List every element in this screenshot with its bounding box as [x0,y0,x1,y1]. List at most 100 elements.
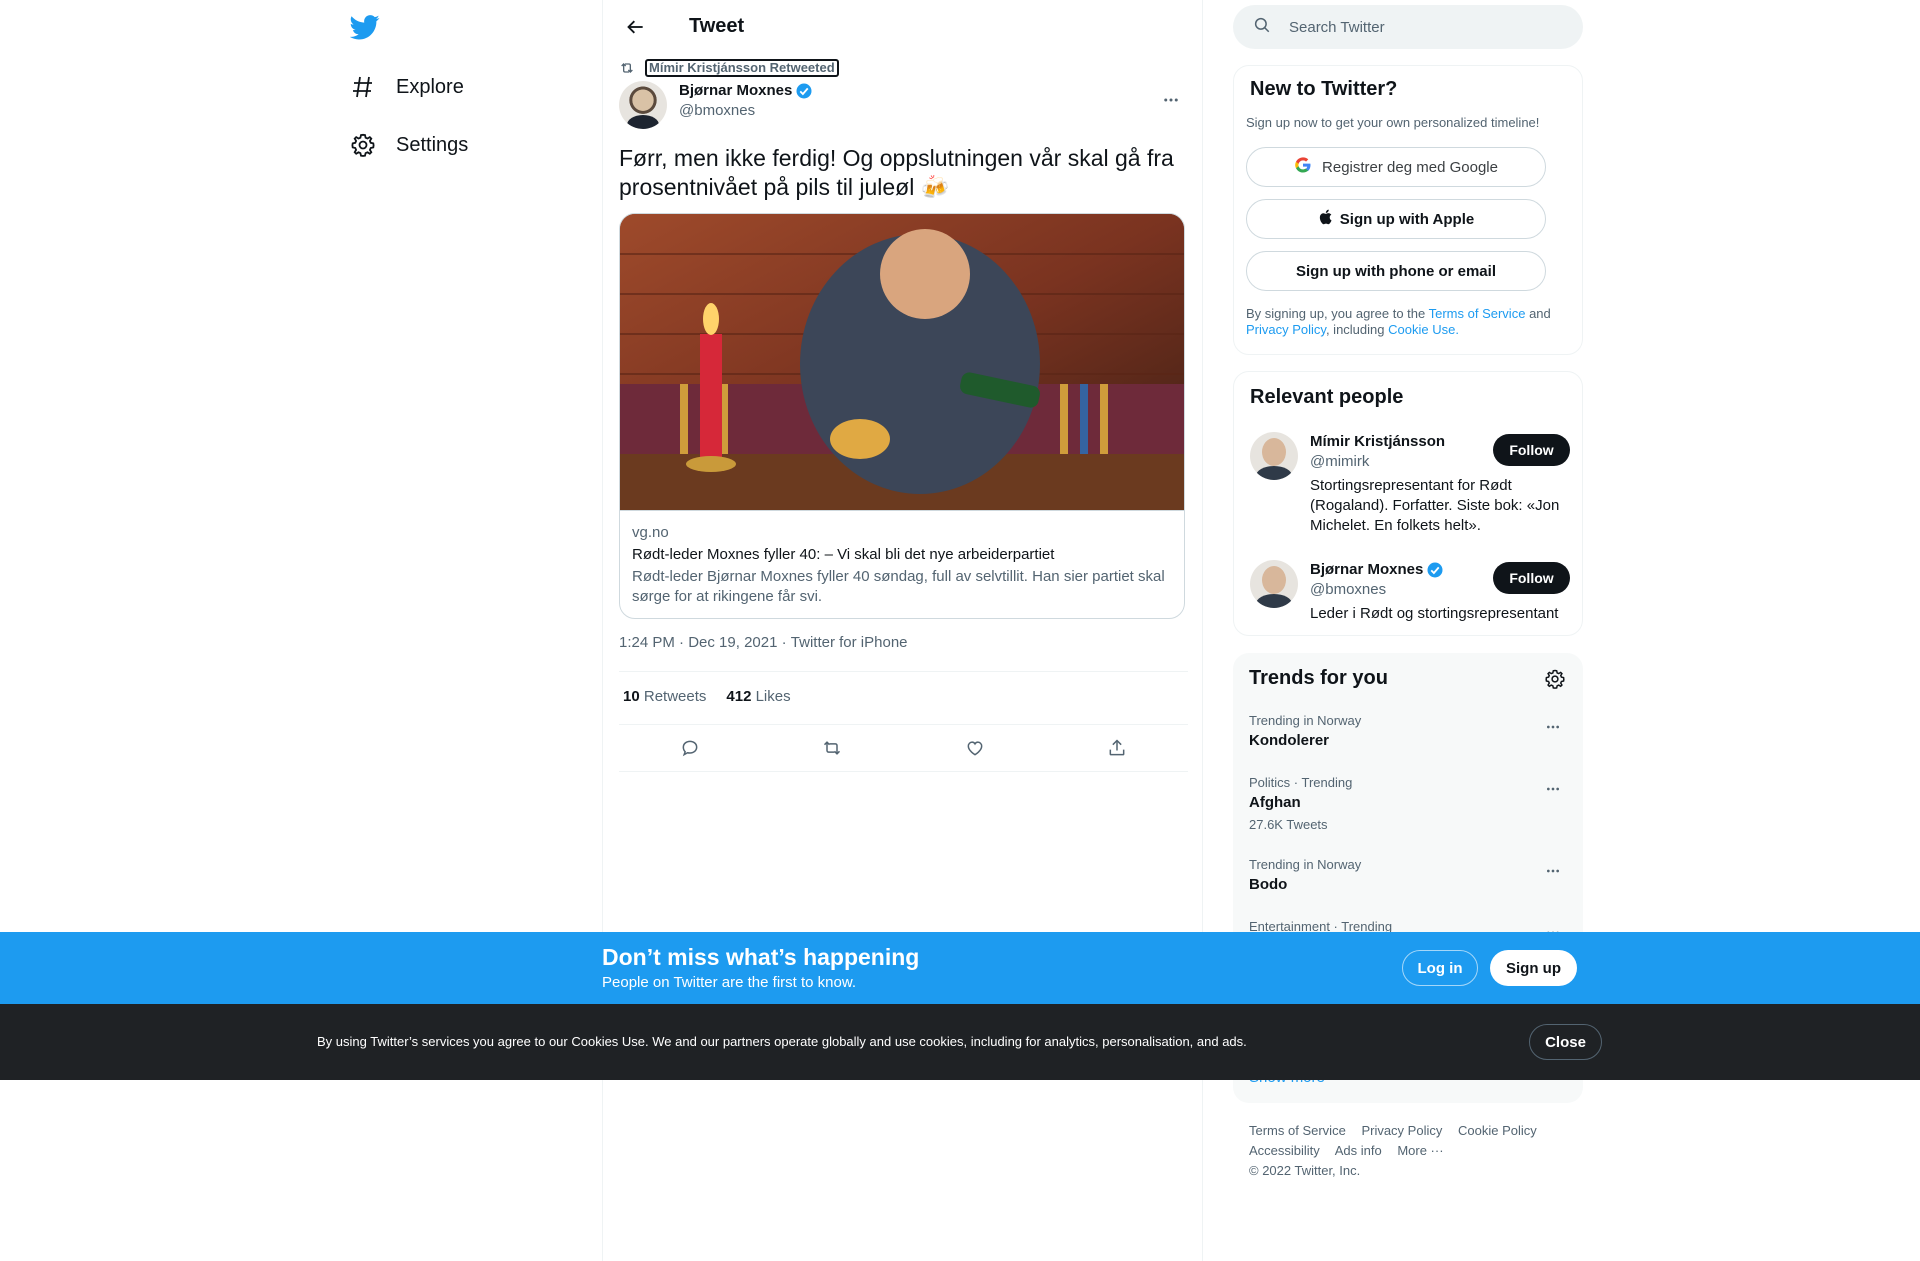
tweet-time[interactable]: 1:24 PM [619,634,675,651]
tweet-actions [619,731,1188,765]
apple-signup-button[interactable]: Sign up with Apple [1246,199,1546,239]
gear-icon [350,132,376,158]
share-icon[interactable] [1100,731,1134,765]
tweet-author: Bjørnar Moxnes @bmoxnes [619,81,1188,131]
card-domain: vg.no [632,524,669,541]
phone-email-signup-button[interactable]: Sign up with phone or email [1246,251,1546,291]
card-photo [620,214,1184,510]
nav-settings[interactable]: Settings [350,125,468,165]
likes-stat[interactable]: 412 Likes [726,688,790,705]
google-logo-icon [1294,156,1312,178]
banner-title: Don’t miss what’s happening [602,944,920,970]
page-title: Tweet [689,15,745,37]
privacy-link[interactable]: Privacy Policy [1246,322,1326,337]
more-options-icon[interactable] [1539,713,1567,741]
avatar[interactable] [1250,560,1298,608]
twitter-logo-icon[interactable] [349,12,380,42]
new-to-twitter-box: New to Twitter? Sign up now to get your … [1233,65,1583,355]
author-name[interactable]: Bjørnar Moxnes [679,81,792,101]
search-icon [1253,16,1271,39]
more-options-icon[interactable] [1539,857,1567,885]
trend-category: Trending in Norway [1249,857,1362,872]
trend-name: Bodo [1249,876,1288,893]
likes-label: Likes [755,688,791,705]
cookie-close-button[interactable]: Close [1529,1024,1602,1060]
trend-name: Kondolerer [1249,732,1330,749]
trend-category: Trending in Norway [1249,713,1362,728]
card-image [620,214,1184,510]
search-bar[interactable] [1233,5,1583,49]
new-to-twitter-title: New to Twitter? [1250,78,1398,100]
divider [619,671,1188,672]
google-signup-button[interactable]: Registrer deg med Google [1246,147,1546,187]
divider [619,771,1188,772]
cookie-text: By using Twitter’s services you agree to… [317,1034,1247,1049]
phone-signup-label: Sign up with phone or email [1295,262,1496,280]
retweets-stat[interactable]: 10 Retweets [623,688,706,705]
person-bio: Leder i Rødt og stortingsrepresentant [1310,605,1559,622]
footer-more-link[interactable]: More ··· [1397,1143,1443,1158]
trend-item[interactable]: Trending in Norway Bodo [1249,857,1567,895]
follow-button[interactable]: Follow [1493,434,1570,466]
retweet-context: Mímir Kristjánsson Retweeted [619,59,839,77]
follow-button[interactable]: Follow [1493,562,1570,594]
footer-link[interactable]: Cookie Policy [1458,1123,1537,1138]
nav-explore-label: Explore [396,75,464,98]
login-button[interactable]: Log in [1402,950,1478,986]
more-options-icon[interactable] [1154,83,1188,117]
hashtag-icon [350,74,376,100]
card-description: Rødt-leder Bjørnar Moxnes fyller 40 sønd… [632,568,1165,605]
trend-category: Politics · Trending [1249,775,1353,790]
author-avatar[interactable] [619,81,667,129]
retweeted-by-link[interactable]: Mímir Kristjánsson Retweeted [645,59,839,77]
back-arrow-icon[interactable] [619,10,653,44]
divider [619,724,1188,725]
legal-and: and [1529,306,1551,321]
cookie-use-link[interactable]: Cookie Use. [1388,322,1459,337]
meta-separator: · [674,634,689,651]
person-handle[interactable]: @bmoxnes [1310,580,1386,600]
tweet-source[interactable]: Twitter for iPhone [791,634,908,651]
footer-link[interactable]: Privacy Policy [1361,1123,1442,1138]
avatar[interactable] [1250,432,1298,480]
person-handle[interactable]: @mimirk [1310,452,1369,472]
retweet-icon[interactable] [815,731,849,765]
trend-name: Afghan [1249,794,1301,811]
retweets-count: 10 [623,688,640,705]
reply-icon[interactable] [673,731,707,765]
author-handle[interactable]: @bmoxnes [679,101,813,121]
tweet-stats: 10 Retweets 412 Likes [623,688,811,705]
trend-count: 27.6K Tweets [1249,817,1328,832]
retweets-label: Retweets [643,688,707,705]
trend-item[interactable]: Trending in Norway Kondolerer [1249,713,1567,751]
footer-link[interactable]: Accessibility [1249,1143,1320,1158]
terms-link[interactable]: Terms of Service [1429,306,1526,321]
person-name[interactable]: Bjørnar Moxnes [1310,560,1423,580]
cookie-banner: By using Twitter’s services you agree to… [0,1004,1920,1080]
verified-badge-icon [796,83,812,99]
tweet-date[interactable]: Dec 19, 2021 [688,634,777,651]
signup-button[interactable]: Sign up [1490,950,1577,986]
person-bio: Stortingsrepresentant for Rødt (Rogaland… [1310,477,1560,534]
author-name-row[interactable]: Bjørnar Moxnes [679,81,813,101]
verified-badge-icon [1427,562,1443,578]
footer-link[interactable]: Terms of Service [1249,1123,1346,1138]
legal-prefix: By signing up, you agree to the [1246,306,1426,321]
trends-title: Trends for you [1249,667,1388,689]
like-heart-icon[interactable] [958,731,992,765]
search-input[interactable] [1289,18,1549,36]
tweet-text: Førr, men ikke ferdig! Og oppslutningen … [619,145,1174,200]
trend-item[interactable]: Politics · Trending Afghan 27.6K Tweets [1249,775,1567,833]
person-name[interactable]: Mímir Kristjánsson [1310,432,1445,452]
relevant-people-title: Relevant people [1250,386,1404,408]
card-info: vg.no Rødt-leder Moxnes fyller 40: – Vi … [620,510,1184,618]
nav-explore[interactable]: Explore [350,67,464,107]
more-options-icon[interactable] [1539,775,1567,803]
person-name-row[interactable]: Bjørnar Moxnes [1310,560,1444,580]
trends-settings-gear-icon[interactable] [1543,667,1567,691]
card-title: Rødt-leder Moxnes fyller 40: – Vi skal b… [632,546,1055,563]
tweet-meta: 1:24 PM · Dec 19, 2021 · Twitter for iPh… [619,634,908,651]
link-card[interactable]: vg.no Rødt-leder Moxnes fyller 40: – Vi … [619,213,1185,619]
footer-link[interactable]: Ads info [1335,1143,1382,1158]
signup-legal-text: By signing up, you agree to the Terms of… [1246,306,1566,338]
